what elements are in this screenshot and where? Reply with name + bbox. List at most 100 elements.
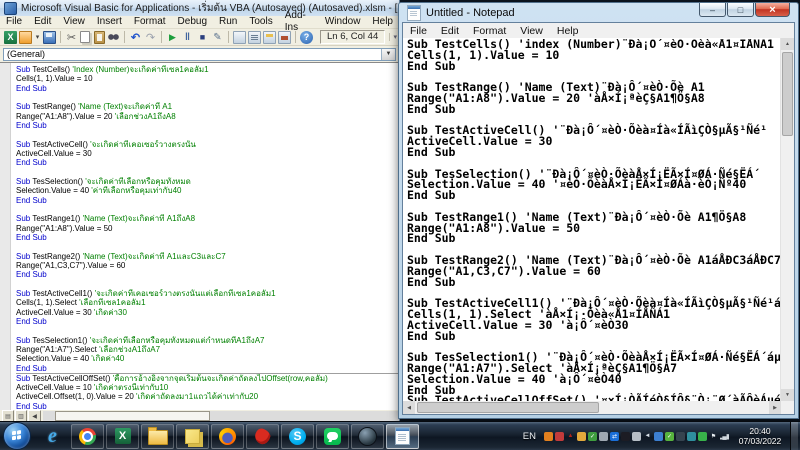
- code-line[interactable]: End Sub: [16, 84, 399, 93]
- vba-menu-debug[interactable]: Debug: [172, 16, 213, 28]
- tray-orange-app-icon[interactable]: [544, 431, 553, 441]
- code-line[interactable]: Selection.Value = 40 'เกิดค่า40: [16, 354, 399, 363]
- taskbar-button-sticky-notes[interactable]: [176, 423, 209, 449]
- tray-globe-icon[interactable]: [687, 431, 696, 441]
- code-line[interactable]: [16, 326, 399, 335]
- tray-clipboard-icon[interactable]: [632, 431, 641, 441]
- reset-icon[interactable]: [196, 31, 209, 44]
- code-line[interactable]: [16, 280, 399, 289]
- code-line[interactable]: End Sub: [16, 364, 399, 373]
- notepad-hscroll-thumb[interactable]: [417, 402, 599, 413]
- taskbar-button-security-app[interactable]: [351, 423, 384, 449]
- taskbar-button-excel[interactable]: [106, 423, 139, 449]
- notepad-menu-view[interactable]: View: [513, 25, 550, 37]
- tray-folder-icon[interactable]: [577, 431, 586, 441]
- redo-icon[interactable]: [144, 31, 157, 44]
- code-line[interactable]: Sub TesSelection1() 'จะเกิดค่าที่เลือกหร…: [16, 336, 399, 345]
- view-excel-icon[interactable]: [4, 30, 17, 44]
- vba-menu-help[interactable]: Help: [366, 16, 399, 28]
- taskbar-button-internet-explorer[interactable]: e: [36, 424, 69, 449]
- code-line[interactable]: End Sub: [16, 121, 399, 130]
- language-indicator[interactable]: EN: [521, 431, 542, 442]
- code-line[interactable]: Range("A1,C3,C7").Value = 60: [16, 261, 399, 270]
- chevron-down-icon[interactable]: ▼: [381, 48, 395, 60]
- code-line[interactable]: Sub TestActiveCell1() 'จะเกิดค่าที่เคอเซ…: [16, 289, 399, 298]
- vba-code-pane[interactable]: Sub TestCells() 'Index (Number)จะเกิดค่า…: [0, 63, 399, 410]
- code-line[interactable]: Sub TesSelection() 'จะเกิดค่าที่เลือกหรื…: [16, 177, 399, 186]
- code-line[interactable]: ActiveCell.Value = 10 'เกิดค่าตรงนี้เท่า…: [16, 383, 399, 392]
- code-line[interactable]: Range("A1:A7").Select 'เลือกช่วงA1ถึงA7: [16, 345, 399, 354]
- vba-object-dropdown[interactable]: (General) ▼: [3, 47, 396, 61]
- notepad-menu-format[interactable]: Format: [466, 25, 513, 37]
- project-explorer-icon[interactable]: [233, 30, 246, 44]
- tray-red-triangle-icon[interactable]: ▲: [566, 432, 575, 441]
- taskbar-button-skype[interactable]: [281, 423, 314, 449]
- object-browser-icon[interactable]: [263, 30, 276, 44]
- code-line[interactable]: Cells(1, 1).Value = 10: [16, 74, 399, 83]
- insert-object-icon[interactable]: [19, 30, 32, 44]
- code-line[interactable]: [16, 93, 399, 102]
- tray-network-icon[interactable]: [654, 431, 663, 441]
- vba-menu-window[interactable]: Window: [319, 16, 367, 28]
- taskbar-clock[interactable]: 20:40 07/03/2022: [734, 426, 786, 446]
- notepad-menu-edit[interactable]: Edit: [434, 25, 466, 37]
- vba-menu-edit[interactable]: Edit: [28, 16, 57, 28]
- notepad-menu-help[interactable]: Help: [550, 25, 586, 37]
- show-desktop-button[interactable]: [790, 421, 798, 450]
- taskbar-button-windows-explorer[interactable]: [141, 423, 174, 449]
- paste-icon[interactable]: [94, 30, 105, 44]
- break-icon[interactable]: [181, 31, 194, 44]
- taskbar-button-notepad[interactable]: [386, 423, 419, 449]
- taskbar-button-line[interactable]: [316, 423, 349, 449]
- insert-object-caret-icon[interactable]: [34, 31, 41, 44]
- vba-menu-format[interactable]: Format: [128, 16, 172, 28]
- tray-messenger-icon[interactable]: [698, 431, 707, 441]
- start-button[interactable]: [3, 422, 31, 450]
- notepad-vscroll-thumb[interactable]: [782, 52, 793, 136]
- design-mode-icon[interactable]: [211, 31, 224, 44]
- scroll-up-arrow-icon[interactable]: ▲: [781, 38, 794, 50]
- code-line[interactable]: Cells(1, 1).Select 'เลือกที่เซล1คอลัม1: [16, 298, 399, 307]
- code-line[interactable]: [16, 205, 399, 214]
- taskbar-button-chrome[interactable]: [71, 423, 104, 449]
- minimize-button[interactable]: –: [699, 3, 726, 17]
- tray-sphere-icon[interactable]: [676, 431, 685, 441]
- properties-window-icon[interactable]: [248, 30, 261, 44]
- vba-menu-tools[interactable]: Tools: [243, 16, 278, 28]
- taskbar-button-red-app[interactable]: [246, 423, 279, 449]
- code-line[interactable]: Range("A1:A8").Value = 20 'เลือกช่วงA1ถึ…: [16, 112, 399, 121]
- copy-icon[interactable]: [80, 31, 90, 43]
- notepad-text-area[interactable]: Sub TestCells() 'index (Number)¨Ðà¡Ô´¤èÒ…: [407, 39, 780, 401]
- scroll-left-arrow-icon[interactable]: ◀: [403, 401, 415, 414]
- toolbar-overflow-icon[interactable]: ▾: [389, 33, 397, 41]
- tray-red-shield-icon[interactable]: [555, 431, 564, 441]
- code-line[interactable]: ActiveCell.Value = 30: [16, 149, 399, 158]
- vba-menu-insert[interactable]: Insert: [91, 16, 128, 28]
- code-line[interactable]: ActiveCell.Offset(1, 0).Value = 20 'เกิด…: [16, 392, 399, 401]
- taskbar-button-firefox[interactable]: [211, 423, 244, 449]
- code-line[interactable]: End Sub: [16, 196, 399, 205]
- toolbox-icon[interactable]: [278, 30, 291, 44]
- code-line[interactable]: Sub TestRange2() 'Name (Text)จะเกิดค่าที…: [16, 252, 399, 261]
- vba-hscroll-thumb[interactable]: [55, 411, 210, 421]
- code-line[interactable]: Selection.Value = 40 'ค่าที่เลือกหรือคุม…: [16, 186, 399, 195]
- code-line[interactable]: Sub TestRange() 'Name (Text)จะเกิดค่าที่…: [16, 102, 399, 111]
- code-line[interactable]: [16, 242, 399, 251]
- notepad-vertical-scrollbar[interactable]: ▲ ▼: [780, 38, 794, 401]
- find-icon[interactable]: [107, 30, 120, 44]
- cut-icon[interactable]: [65, 31, 78, 44]
- tray-green-shield-icon[interactable]: ✓: [588, 431, 597, 441]
- tray-speaker-icon[interactable]: ◄: [643, 432, 652, 441]
- save-icon[interactable]: [43, 30, 56, 44]
- undo-icon[interactable]: [129, 31, 142, 44]
- code-line[interactable]: [16, 130, 399, 139]
- tray-media-app-icon[interactable]: [621, 431, 630, 441]
- maximize-button[interactable]: □: [727, 3, 754, 17]
- code-line[interactable]: Sub TestActiveCell() 'จะเกิดค่าที่เคอเซอ…: [16, 140, 399, 149]
- scroll-down-arrow-icon[interactable]: ▼: [781, 389, 794, 401]
- help-icon[interactable]: [300, 30, 313, 44]
- notepad-menu-file[interactable]: File: [403, 25, 434, 37]
- tray-flag-icon[interactable]: ⚑: [709, 432, 718, 441]
- vba-hscroll-track[interactable]: [43, 411, 399, 421]
- code-line[interactable]: Sub TestActiveCellOffSet() 'คือการอ้างอิ…: [16, 372, 399, 383]
